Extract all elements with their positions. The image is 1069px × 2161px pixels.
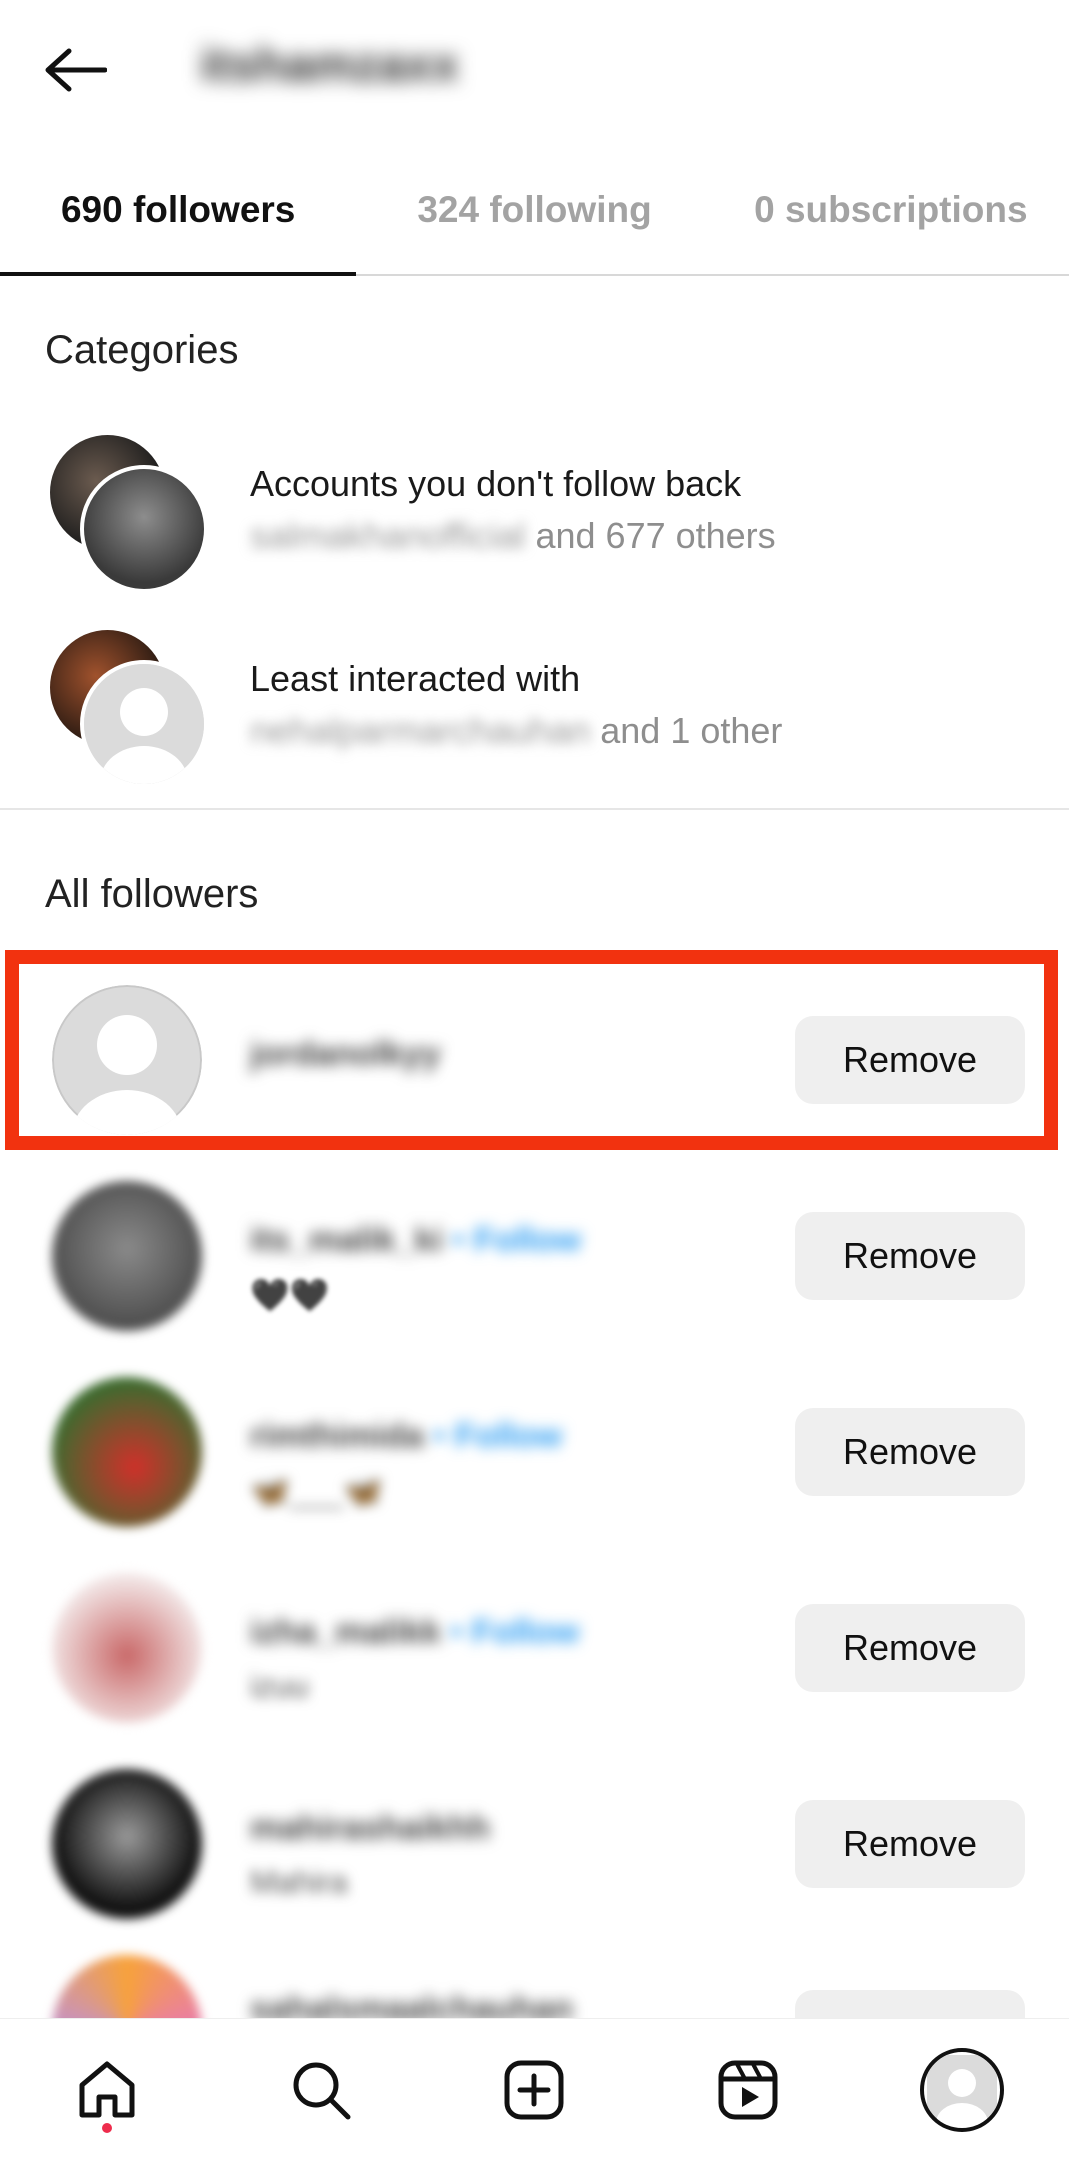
follower-username[interactable]: mahirashaikhh: [250, 1809, 490, 1848]
stacked-avatars: [40, 435, 210, 605]
follower-row: izha_malikk • Follow izuu Remove: [40, 1568, 1030, 1728]
stacked-avatars: [40, 630, 210, 800]
nav-home[interactable]: [52, 2035, 162, 2145]
category-subtitle: salmakhanofficial and 677 others: [250, 515, 776, 557]
default-avatar-icon[interactable]: [52, 985, 202, 1135]
follower-bio: izuu: [250, 1668, 309, 1704]
category-title: Accounts you don't follow back: [250, 463, 742, 504]
follow-link: • Follow: [440, 1613, 580, 1651]
follow-link: • Follow: [442, 1221, 582, 1259]
categories-heading: Categories: [45, 328, 239, 372]
profile-username: itshamzaxx: [200, 39, 459, 92]
follow-link: • Follow: [423, 1417, 563, 1455]
notification-dot: [101, 2123, 112, 2133]
avatar[interactable]: [52, 1769, 202, 1919]
search-icon: [293, 2062, 351, 2120]
follower-row: its_malik_ki • Follow 🖤🖤 Remove: [40, 1176, 1030, 1336]
follow-tabs: 690 followers 324 following 0 subscripti…: [0, 150, 1069, 276]
reels-icon: [718, 2060, 778, 2120]
follower-bio: 🖤🖤: [250, 1277, 330, 1313]
default-avatar-icon: [80, 660, 208, 788]
follower-username[interactable]: izha_malikk • Follow: [250, 1613, 579, 1652]
category-title: Least interacted with: [250, 658, 581, 699]
others-count: and 677 others: [525, 515, 776, 556]
remove-button[interactable]: Remove: [795, 1212, 1025, 1300]
remove-button[interactable]: Remove: [795, 1800, 1025, 1888]
nav-search[interactable]: [266, 2035, 376, 2145]
avatar: [80, 465, 208, 593]
remove-button[interactable]: Remove: [795, 1604, 1025, 1692]
tab-followers[interactable]: 690 followers: [0, 150, 357, 276]
others-count: and 1 other: [590, 710, 783, 751]
category-least-interacted[interactable]: Least interacted with nehalparmarchauhan…: [40, 630, 1040, 800]
follower-username[interactable]: jordanolkyy: [250, 1035, 441, 1074]
profile-icon: [920, 2048, 1005, 2132]
tab-following[interactable]: 324 following: [356, 150, 712, 274]
follower-bio: Mahira: [250, 1864, 348, 1900]
avatar[interactable]: [52, 1377, 202, 1527]
avatar[interactable]: [52, 1573, 202, 1723]
follower-row: jordanolkyy Remove: [40, 980, 1030, 1140]
arrow-left-icon: [45, 48, 107, 92]
follower-bio: 🦋___🦋: [250, 1473, 384, 1509]
back-button[interactable]: [30, 30, 120, 110]
blurred-username: nehalparmarchauhan: [250, 710, 591, 751]
home-icon: [79, 2061, 135, 2118]
category-not-following-back[interactable]: Accounts you don't follow back salmakhan…: [40, 435, 1040, 605]
create-icon: [504, 2060, 564, 2120]
follower-row: rimthimida • Follow 🦋___🦋 Remove: [40, 1372, 1030, 1532]
tab-subscriptions[interactable]: 0 subscriptions: [713, 150, 1069, 274]
nav-reels[interactable]: [693, 2035, 803, 2145]
divider: [0, 808, 1069, 810]
follower-username[interactable]: rimthimida • Follow: [250, 1417, 562, 1456]
bottom-nav: [0, 2018, 1069, 2161]
blurred-username: salmakhanofficial: [250, 515, 526, 556]
remove-button[interactable]: Remove: [795, 1408, 1025, 1496]
category-subtitle: nehalparmarchauhan and 1 other: [250, 710, 782, 752]
follower-username[interactable]: its_malik_ki • Follow: [250, 1221, 581, 1260]
nav-create[interactable]: [479, 2035, 589, 2145]
remove-button[interactable]: Remove: [795, 1016, 1025, 1104]
all-followers-heading: All followers: [45, 872, 259, 916]
avatar[interactable]: [52, 1181, 202, 1331]
follower-row: mahirashaikhh Mahira Remove: [40, 1764, 1030, 1924]
nav-profile[interactable]: [907, 2035, 1017, 2145]
